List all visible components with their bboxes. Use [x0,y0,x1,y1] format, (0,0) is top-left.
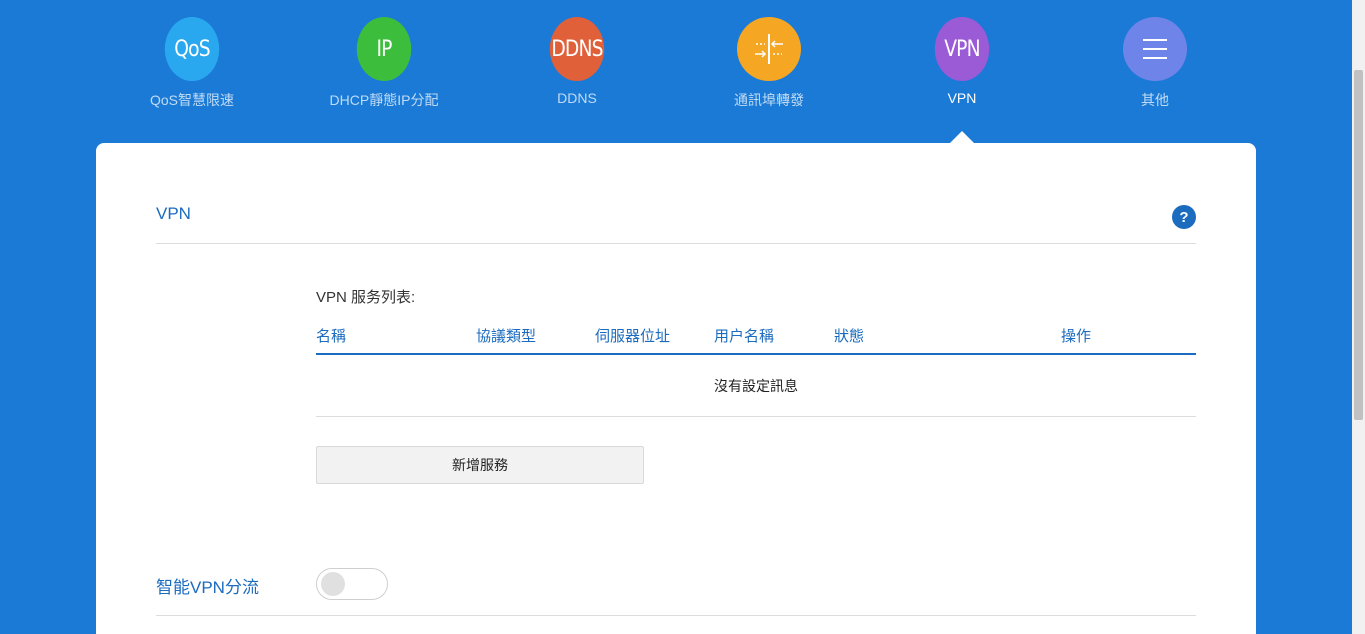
column-header-status: 狀態 [834,328,865,345]
nav-label-qos: QoS智慧限速 [149,92,234,108]
nav-label-other: 其他 [1141,92,1169,108]
vertical-scrollbar[interactable] [1352,0,1365,634]
help-icon[interactable]: ? [1172,205,1196,229]
vpn-icon: VPN [934,17,990,81]
column-header-server: 伺服器位址 [595,328,671,345]
nav-label-port-forward: 通訊埠轉發 [734,92,804,108]
bottom-divider [156,615,1196,616]
vpn-list-title: VPN 服务列表: [316,289,416,306]
feature-nav: QoS QoS智慧限速 IP DHCP靜態IP分配 DDNS DDNS 通訊埠轉… [0,0,1352,143]
empty-table-message: 沒有設定訊息 [714,378,798,394]
column-header-actions: 操作 [1061,328,1092,345]
table-bottom-divider [316,416,1196,417]
ip-icon: IP [356,17,412,81]
section-title: VPN [156,204,191,223]
toggle-knob [321,572,345,596]
add-service-button[interactable]: 新增服務 [316,446,644,484]
vpn-panel: VPN ? VPN 服务列表: 名稱 協議類型 伺服器位址 用户名稱 狀態 操作… [96,143,1256,634]
nav-label-vpn: VPN [947,90,977,106]
nav-item-other[interactable]: 其他 [1080,17,1230,110]
menu-icon [1123,17,1187,81]
nav-item-dhcp[interactable]: IP DHCP靜態IP分配 [309,17,459,110]
active-nav-pointer [950,131,974,143]
column-header-username: 用户名稱 [714,328,775,345]
smart-vpn-split-toggle[interactable] [316,568,388,600]
nav-label-dhcp: DHCP靜態IP分配 [329,92,439,108]
nav-label-ddns: DDNS [557,90,597,106]
scrollbar-thumb[interactable] [1354,70,1363,420]
ddns-icon: DDNS [549,17,605,81]
nav-item-qos[interactable]: QoS QoS智慧限速 [117,17,267,110]
smart-vpn-split-label: 智能VPN分流 [156,578,259,597]
nav-item-port-forward[interactable]: 通訊埠轉發 [694,17,844,110]
nav-item-vpn[interactable]: VPN VPN [887,17,1037,106]
vpn-table-header: 名稱 協議類型 伺服器位址 用户名稱 狀態 操作 [316,325,1196,355]
nav-item-ddns[interactable]: DDNS DDNS [502,17,652,106]
column-header-name: 名稱 [316,328,347,345]
section-divider [156,243,1196,244]
port-forward-icon [737,17,801,81]
column-header-protocol: 協議類型 [476,328,537,345]
qos-icon: QoS [164,17,220,81]
